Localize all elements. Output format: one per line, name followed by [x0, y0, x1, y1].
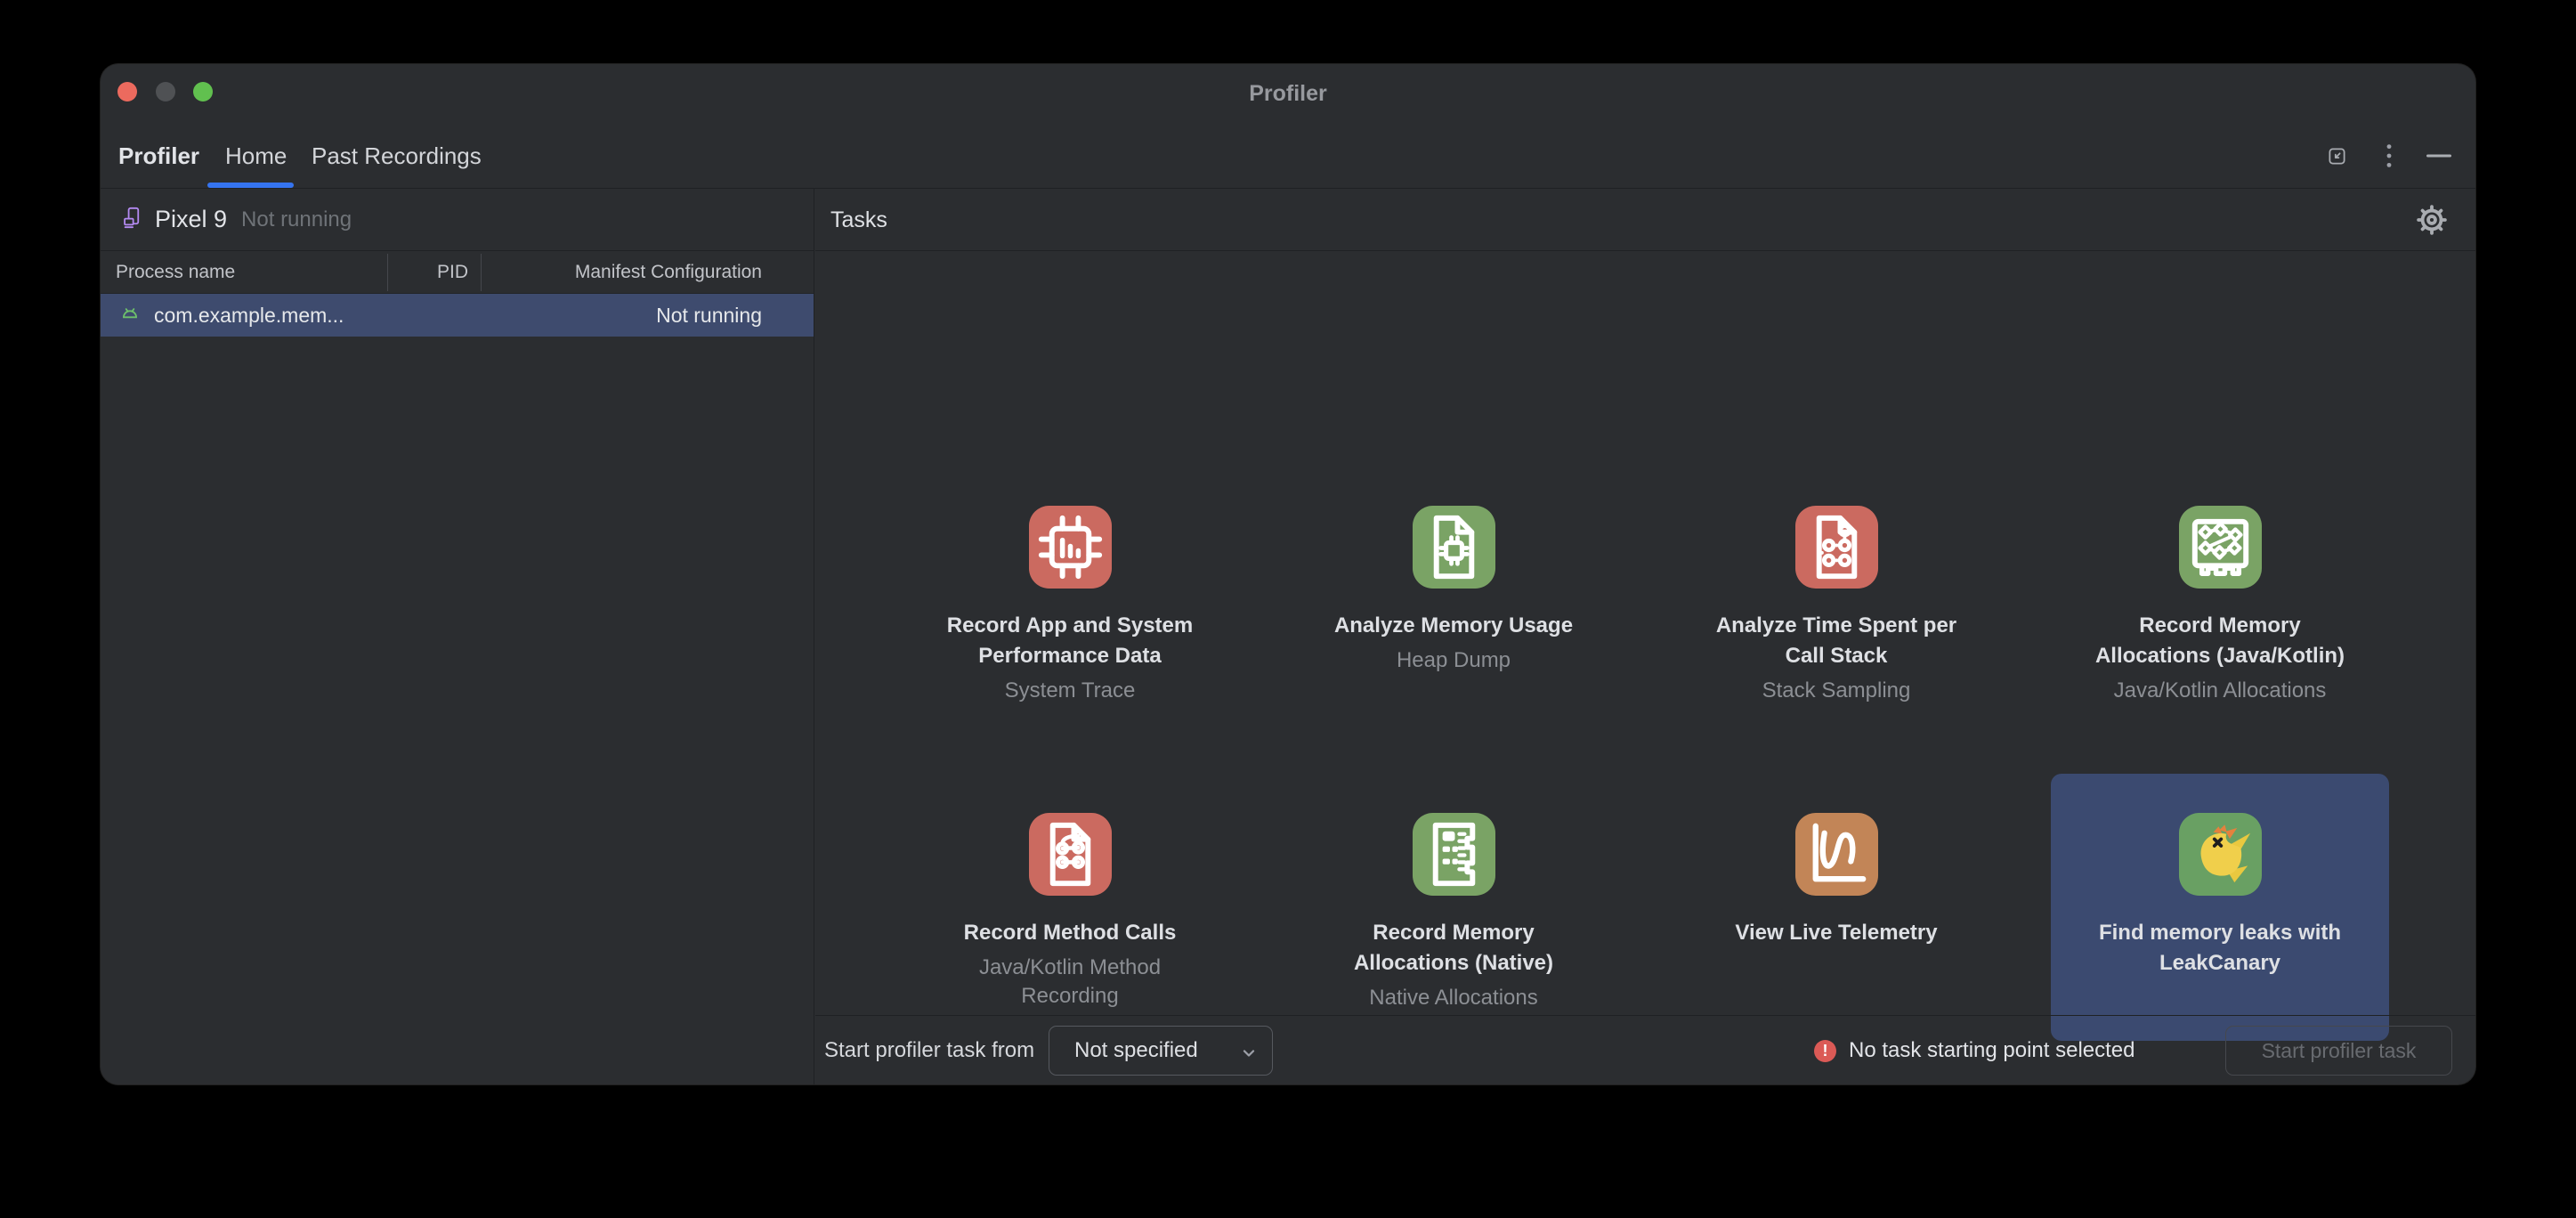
chevron-down-icon	[1240, 1043, 1258, 1068]
column-divider	[481, 254, 482, 291]
dropdown-value: Not specified	[1074, 1038, 1198, 1063]
leakcanary-bird-icon	[2178, 812, 2263, 897]
tab-past-recordings[interactable]: Past Recordings	[312, 123, 482, 189]
line-chart-icon	[1794, 812, 1879, 897]
memory-module-icon	[1412, 812, 1496, 897]
task-card-stack-sampling[interactable]: Analyze Time Spent per Call Stack Stack …	[1667, 467, 2005, 734]
window-title: Profiler	[101, 64, 2475, 123]
hide-window-icon[interactable]	[2426, 123, 2452, 189]
warning-text: No task starting point selected	[1849, 1038, 2135, 1063]
memory-graph-icon	[2178, 505, 2263, 589]
process-table-header: Process name PID Manifest Configuration	[101, 251, 814, 294]
process-name: com.example.mem...	[154, 304, 344, 328]
task-title: Analyze Memory Usage	[1334, 611, 1573, 641]
document-chip-icon	[1412, 505, 1496, 589]
titlebar[interactable]: Profiler	[101, 64, 2475, 123]
task-card-leakcanary[interactable]: Find memory leaks with LeakCanary	[2051, 774, 2389, 1041]
task-card-native-allocations[interactable]: Record Memory Allocations (Native) Nativ…	[1284, 774, 1623, 1041]
task-card-system-trace[interactable]: Record App and System Performance Data S…	[901, 467, 1239, 734]
tasks-title: Tasks	[830, 189, 887, 251]
column-manifest-configuration[interactable]: Manifest Configuration	[575, 251, 762, 294]
column-process-name[interactable]: Process name	[116, 251, 235, 294]
cpu-chart-icon	[1028, 505, 1113, 589]
device-status: Not running	[241, 207, 352, 232]
task-title: Record Memory Allocations (Java/Kotlin)	[2090, 611, 2350, 671]
tool-window-label: Profiler	[118, 123, 199, 189]
task-title: Analyze Time Spent per Call Stack	[1711, 611, 1962, 671]
desktop-background: Profiler Profiler Home Past Recordings	[0, 0, 2576, 1218]
task-card-live-telemetry[interactable]: View Live Telemetry	[1667, 774, 2005, 1041]
process-list-panel: Pixel 9 Not running Process name PID Man…	[101, 189, 814, 1084]
bottom-bar: Start profiler task from Not specified !…	[815, 1015, 2475, 1084]
gear-icon[interactable]	[2415, 203, 2449, 237]
document-methods-icon	[1028, 812, 1113, 897]
android-icon	[118, 302, 142, 329]
task-title: Record Memory Allocations (Native)	[1324, 918, 1584, 978]
device-name: Pixel 9	[155, 206, 227, 233]
document-callgraph-icon	[1794, 505, 1879, 589]
process-manifest-status: Not running	[656, 304, 762, 328]
tasks-header: Tasks	[815, 189, 2475, 251]
task-card-heap-dump[interactable]: Analyze Memory Usage Heap Dump	[1284, 467, 1623, 734]
dock-window-icon[interactable]	[2326, 123, 2348, 189]
task-subtitle: Stack Sampling	[1762, 677, 1911, 705]
profiler-window: Profiler Profiler Home Past Recordings	[101, 64, 2475, 1084]
error-icon: !	[1814, 1040, 1836, 1062]
task-title: View Live Telemetry	[1735, 918, 1937, 948]
task-title: Record App and System Performance Data	[936, 611, 1203, 671]
phone-device-icon	[120, 206, 144, 234]
process-row-selected[interactable]: com.example.mem... Not running	[101, 294, 814, 337]
column-divider	[387, 254, 388, 291]
tab-home[interactable]: Home	[225, 123, 287, 189]
task-subtitle: Java/Kotlin Method Recording	[963, 954, 1177, 1011]
active-tab-indicator	[207, 183, 294, 188]
task-subtitle: System Trace	[1005, 677, 1136, 705]
start-task-from-label: Start profiler task from	[824, 1016, 1034, 1084]
tab-bar: Profiler Home Past Recordings	[101, 123, 2475, 189]
task-card-method-recording[interactable]: Record Method Calls Java/Kotlin Method R…	[901, 774, 1239, 1041]
tasks-panel: Tasks	[815, 189, 2475, 1084]
starting-point-dropdown[interactable]: Not specified	[1049, 1026, 1273, 1076]
warning-group: ! No task starting point selected	[1814, 1016, 2135, 1084]
task-subtitle: Java/Kotlin Allocations	[2114, 677, 2327, 705]
task-title: Record Method Calls	[964, 918, 1177, 948]
device-row: Pixel 9 Not running	[101, 189, 814, 251]
task-subtitle: Native Allocations	[1369, 984, 1537, 1012]
task-card-java-kotlin-allocations[interactable]: Record Memory Allocations (Java/Kotlin) …	[2051, 467, 2389, 734]
start-profiler-task-button[interactable]: Start profiler task	[2225, 1026, 2452, 1076]
task-subtitle: Heap Dump	[1397, 646, 1511, 675]
kebab-menu-icon[interactable]	[2381, 123, 2397, 189]
task-title: Find memory leaks with LeakCanary	[2077, 918, 2363, 978]
column-pid[interactable]: PID	[437, 251, 468, 294]
